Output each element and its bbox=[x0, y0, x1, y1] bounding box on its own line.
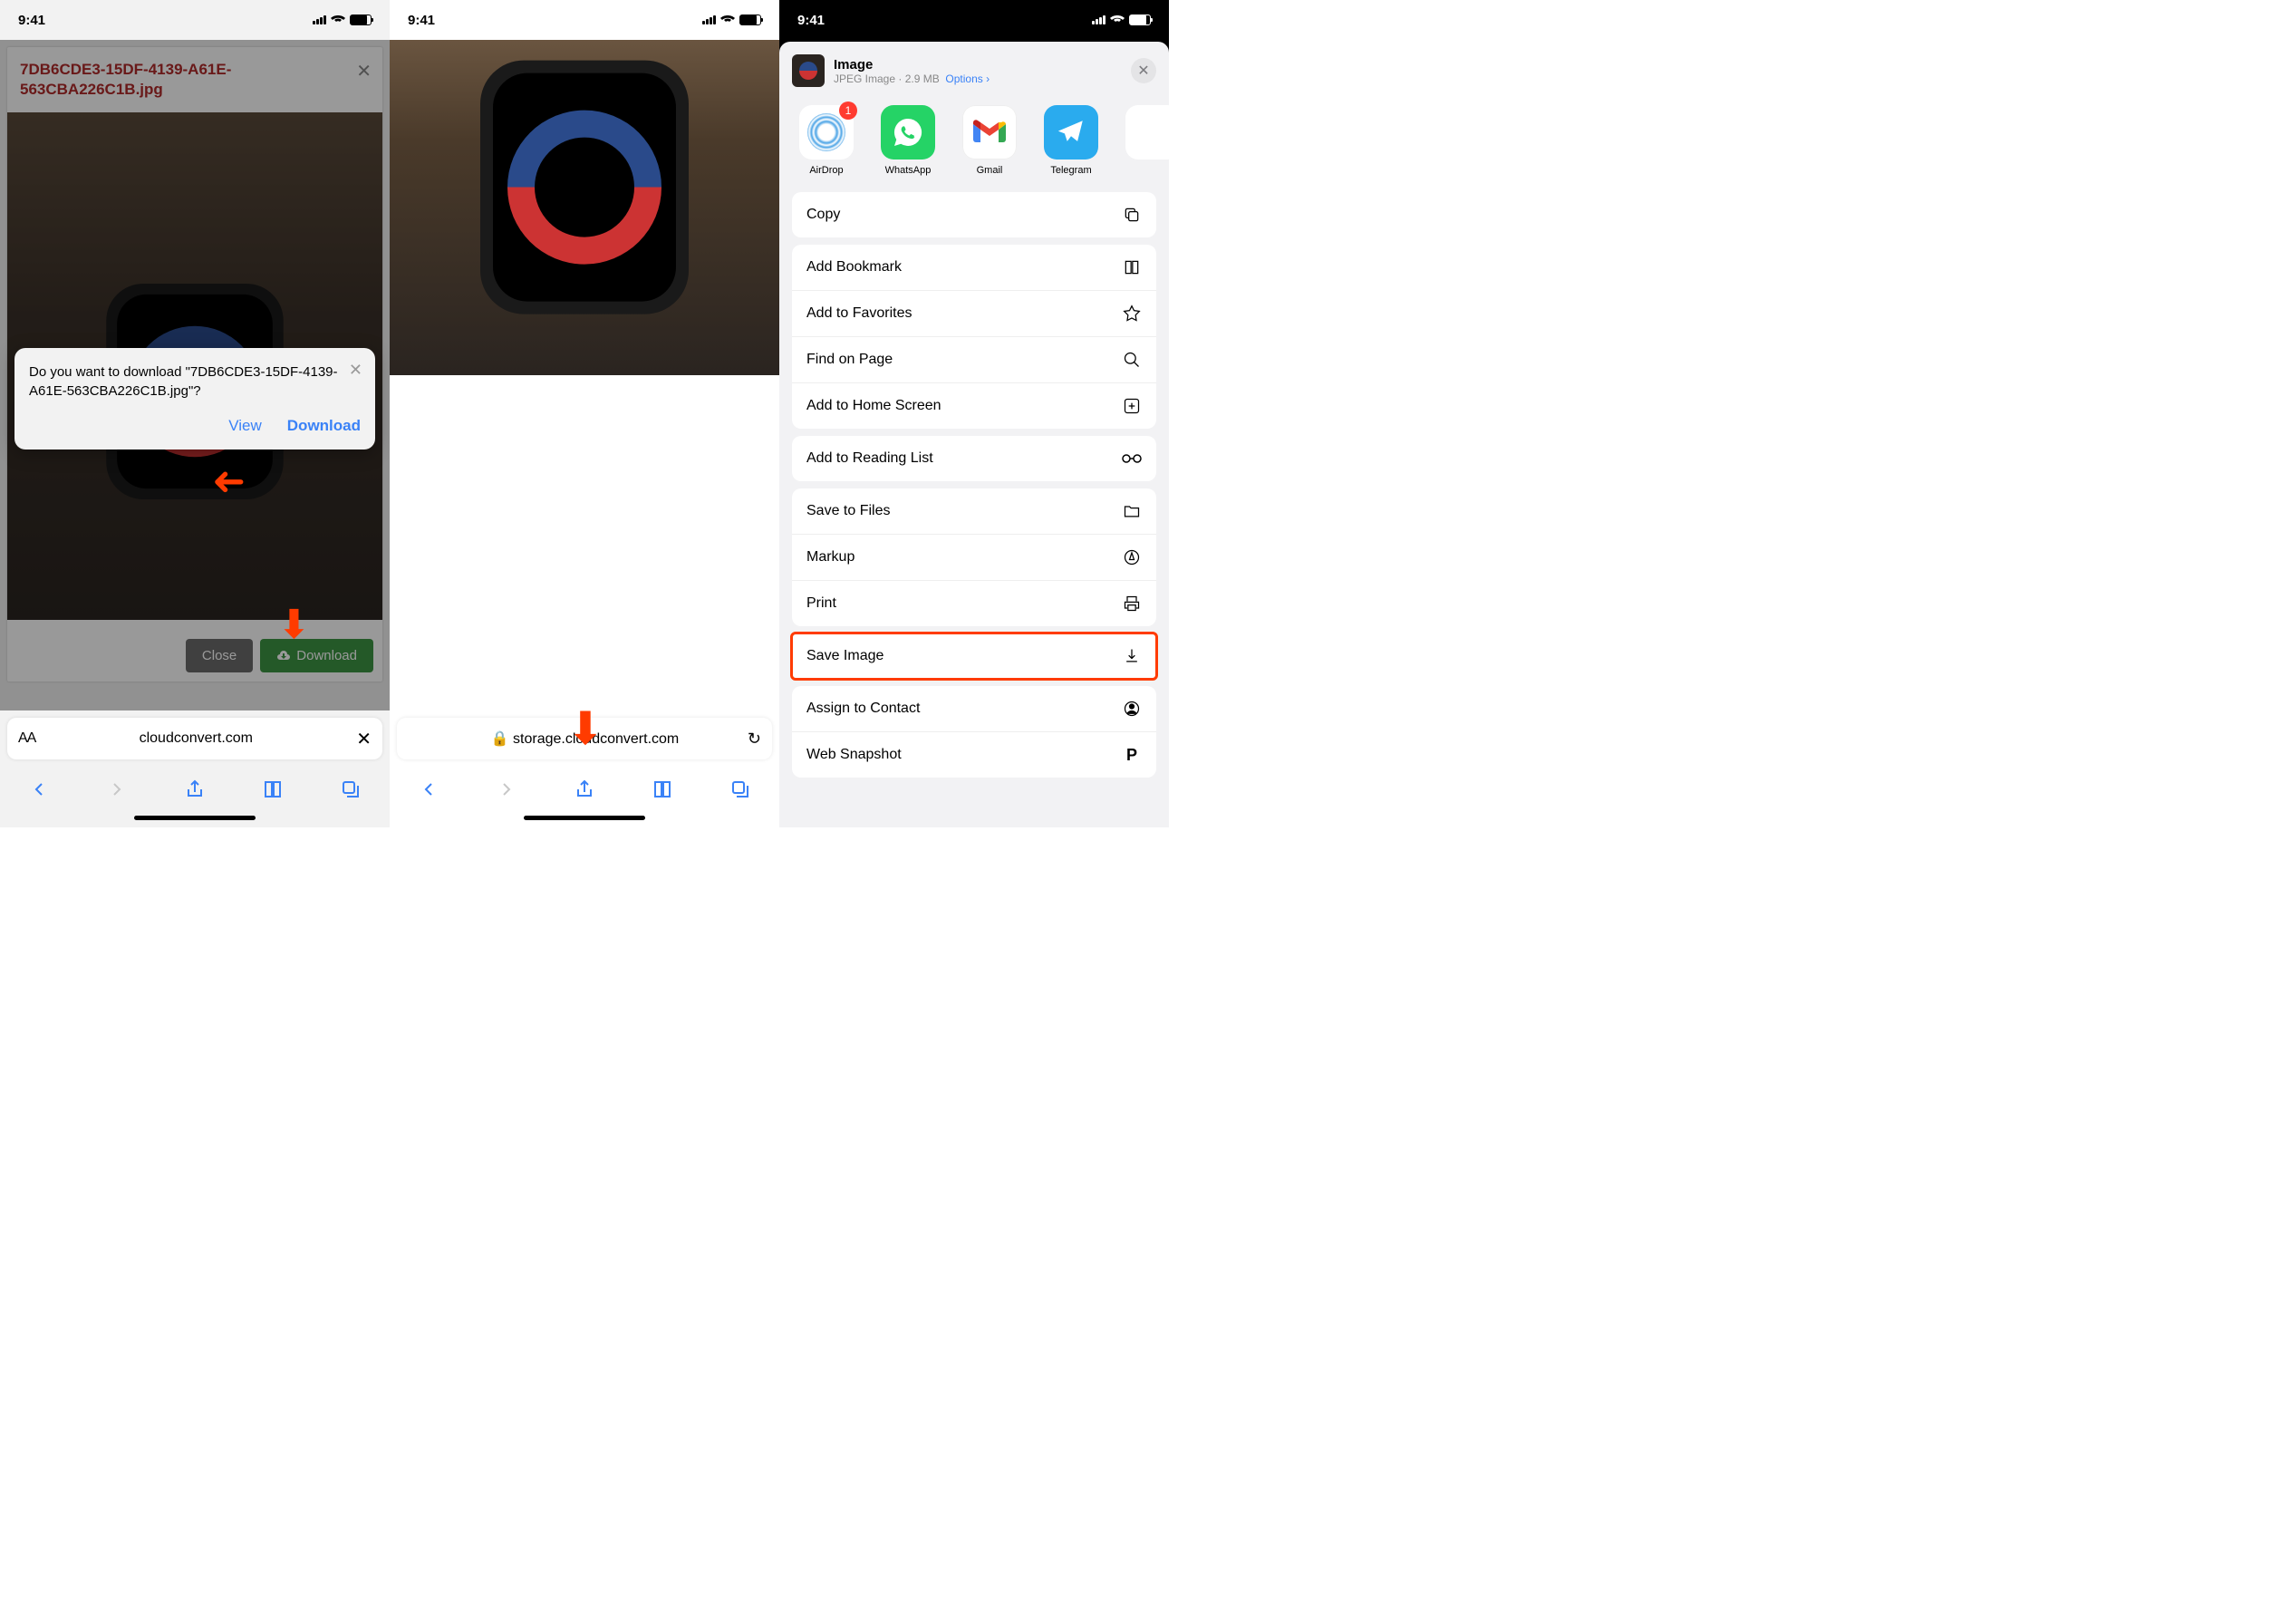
share-meta: JPEG Image · 2.9 MB Options › bbox=[834, 72, 990, 85]
search-icon bbox=[1122, 350, 1142, 370]
status-icons bbox=[1092, 14, 1151, 25]
star-icon bbox=[1122, 304, 1142, 324]
dialog-message: Do you want to download "7DB6CDE3-15DF-4… bbox=[29, 362, 361, 401]
status-time: 9:41 bbox=[18, 13, 45, 28]
battery-icon bbox=[1129, 14, 1151, 25]
bookmarks-icon[interactable] bbox=[262, 778, 284, 800]
share-title: Image bbox=[834, 57, 990, 72]
signal-icon bbox=[702, 15, 716, 24]
airdrop-icon: 1 bbox=[799, 105, 854, 160]
url-bar[interactable]: AA cloudconvert.com ✕ bbox=[7, 718, 382, 759]
gmail-icon bbox=[962, 105, 1017, 160]
markup-icon bbox=[1122, 547, 1142, 567]
status-bar: 9:41 bbox=[0, 0, 390, 40]
printer-icon bbox=[1122, 594, 1142, 614]
drive-icon bbox=[1125, 105, 1169, 160]
image-viewer[interactable] bbox=[390, 40, 779, 375]
more-app[interactable] bbox=[1118, 105, 1169, 176]
share-thumbnail bbox=[792, 54, 825, 87]
glasses-icon bbox=[1122, 449, 1142, 469]
screen-2-image-view: 9:41 ⬇ 🔒 storage.cloudconvert.com ↻ bbox=[390, 0, 779, 827]
safari-toolbar bbox=[390, 767, 779, 812]
dialog-download-button[interactable]: Download bbox=[287, 417, 361, 435]
add-bookmark-action[interactable]: Add Bookmark bbox=[792, 245, 1156, 290]
screen-3-share-sheet: 9:41 Image JPEG Image · 2.9 MB Options ›… bbox=[779, 0, 1169, 827]
airdrop-badge: 1 bbox=[839, 102, 857, 120]
web-snapshot-action[interactable]: Web SnapshotP bbox=[792, 731, 1156, 778]
status-time: 9:41 bbox=[408, 13, 435, 28]
signal-icon bbox=[1092, 15, 1106, 24]
save-files-action[interactable]: Save to Files bbox=[792, 488, 1156, 534]
folder-icon bbox=[1122, 501, 1142, 521]
close-share-button[interactable]: ✕ bbox=[1131, 58, 1156, 83]
back-icon[interactable] bbox=[418, 778, 439, 800]
wifi-icon bbox=[1110, 14, 1125, 25]
download-dialog: ✕ Do you want to download "7DB6CDE3-15DF… bbox=[14, 348, 375, 450]
assign-contact-action[interactable]: Assign to Contact bbox=[792, 686, 1156, 731]
copy-icon bbox=[1122, 205, 1142, 225]
contact-icon bbox=[1122, 699, 1142, 719]
telegram-app[interactable]: Telegram bbox=[1037, 105, 1106, 176]
wifi-icon bbox=[331, 14, 345, 25]
whatsapp-icon bbox=[881, 105, 935, 160]
snapshot-icon: P bbox=[1122, 745, 1142, 765]
battery-icon bbox=[350, 14, 372, 25]
battery-icon bbox=[739, 14, 761, 25]
annotation-arrow-1: ➜ bbox=[212, 459, 246, 506]
options-link[interactable]: Options › bbox=[945, 72, 990, 85]
status-bar: 9:41 bbox=[779, 0, 1169, 40]
tabs-icon[interactable] bbox=[729, 778, 751, 800]
dialog-close-icon[interactable]: ✕ bbox=[349, 361, 362, 380]
annotation-arrow-2: ⬇ bbox=[277, 602, 311, 648]
telegram-icon bbox=[1044, 105, 1098, 160]
whatsapp-app[interactable]: WhatsApp bbox=[874, 105, 942, 176]
share-sheet: Image JPEG Image · 2.9 MB Options › ✕ 1 … bbox=[779, 42, 1169, 827]
view-button[interactable]: View bbox=[228, 417, 262, 435]
status-icons bbox=[313, 14, 372, 25]
forward-icon bbox=[106, 778, 128, 800]
airdrop-app[interactable]: 1 AirDrop bbox=[792, 105, 861, 176]
download-icon bbox=[1122, 646, 1142, 666]
clear-icon[interactable]: ✕ bbox=[356, 728, 372, 750]
annotation-arrow-3: ⬇ bbox=[566, 702, 604, 755]
signal-icon bbox=[313, 15, 326, 24]
save-image-highlight: Save Image bbox=[792, 633, 1156, 679]
safari-toolbar bbox=[0, 767, 390, 812]
page-content: 7DB6CDE3-15DF-4139-A61E-563CBA226C1B.jpg… bbox=[0, 40, 390, 710]
share-icon[interactable] bbox=[184, 778, 206, 800]
copy-action[interactable]: Copy bbox=[792, 192, 1156, 237]
markup-action[interactable]: Markup bbox=[792, 534, 1156, 580]
tabs-icon[interactable] bbox=[340, 778, 362, 800]
share-actions: Copy Add Bookmark Add to Favorites Find … bbox=[779, 192, 1169, 827]
share-apps-row: 1 AirDrop WhatsApp Gmail Telegram bbox=[779, 96, 1169, 192]
gmail-app[interactable]: Gmail bbox=[955, 105, 1024, 176]
screen-1-cloudconvert: 9:41 7DB6CDE3-15DF-4139-A61E-563CBA226C1… bbox=[0, 0, 390, 827]
dialog-actions: View Download bbox=[29, 417, 361, 435]
add-home-action[interactable]: Add to Home Screen bbox=[792, 382, 1156, 429]
find-page-action[interactable]: Find on Page bbox=[792, 336, 1156, 382]
bookmarks-icon[interactable] bbox=[652, 778, 673, 800]
share-header: Image JPEG Image · 2.9 MB Options › ✕ bbox=[779, 42, 1169, 96]
status-bar: 9:41 bbox=[390, 0, 779, 40]
share-icon[interactable] bbox=[574, 778, 595, 800]
add-favorites-action[interactable]: Add to Favorites bbox=[792, 290, 1156, 336]
status-icons bbox=[702, 14, 761, 25]
wifi-icon bbox=[720, 14, 735, 25]
back-icon[interactable] bbox=[28, 778, 50, 800]
save-image-action[interactable]: Save Image bbox=[792, 633, 1156, 679]
plus-square-icon bbox=[1122, 396, 1142, 416]
home-indicator bbox=[524, 816, 645, 820]
text-size-icon[interactable]: AA bbox=[18, 730, 35, 747]
forward-icon bbox=[496, 778, 517, 800]
home-indicator bbox=[134, 816, 256, 820]
url-text: cloudconvert.com bbox=[35, 730, 356, 747]
reading-list-action[interactable]: Add to Reading List bbox=[792, 436, 1156, 481]
refresh-icon[interactable]: ↻ bbox=[748, 730, 761, 749]
status-time: 9:41 bbox=[797, 13, 825, 28]
book-icon bbox=[1122, 257, 1142, 277]
print-action[interactable]: Print bbox=[792, 580, 1156, 626]
